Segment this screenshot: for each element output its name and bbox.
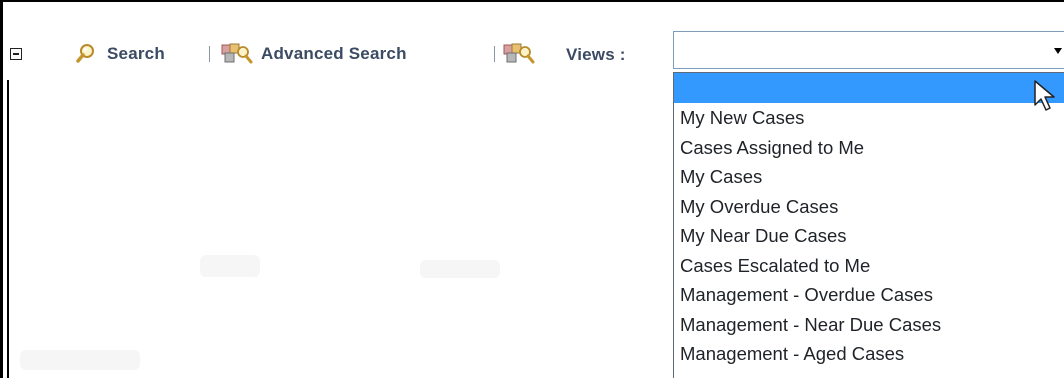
magnifier-icon bbox=[75, 43, 99, 65]
dropdown-option[interactable]: My Cases bbox=[674, 162, 1064, 192]
dropdown-option[interactable]: My Near Due Cases bbox=[674, 221, 1064, 251]
advanced-search-label: Advanced Search bbox=[261, 44, 407, 63]
views-button[interactable] bbox=[503, 43, 543, 65]
dropdown-option[interactable]: My Overdue Cases bbox=[674, 192, 1064, 222]
dropdown-option[interactable]: My New Cases bbox=[674, 103, 1064, 133]
top-border bbox=[0, 0, 1064, 2]
collapse-minus-icon[interactable] bbox=[10, 48, 22, 60]
dropdown-option[interactable]: Management - Aged Cases bbox=[674, 339, 1064, 369]
views-label: Views : bbox=[566, 45, 626, 64]
search-button[interactable]: Search bbox=[75, 43, 165, 65]
dropdown-option-blank[interactable] bbox=[674, 73, 1064, 103]
dropdown-option[interactable]: Cases Assigned to Me bbox=[674, 133, 1064, 163]
toolbar-separator bbox=[209, 46, 210, 62]
views-dropdown-list: My New Cases Cases Assigned to Me My Cas… bbox=[673, 72, 1064, 378]
views-icon bbox=[503, 43, 535, 65]
views-select[interactable] bbox=[673, 31, 1064, 69]
search-label: Search bbox=[107, 44, 165, 63]
advanced-search-icon bbox=[221, 43, 253, 65]
background-smudge bbox=[20, 350, 140, 370]
chevron-down-icon[interactable] bbox=[1054, 48, 1062, 54]
mouse-pointer-icon bbox=[1033, 80, 1059, 119]
content-left-border bbox=[7, 80, 9, 378]
dropdown-option[interactable]: Management - Overdue Cases bbox=[674, 280, 1064, 310]
dropdown-option[interactable]: Cases Escalated to Me bbox=[674, 251, 1064, 281]
dropdown-option[interactable]: Management - Near Due Cases bbox=[674, 310, 1064, 340]
toolbar-separator bbox=[494, 46, 495, 62]
background-smudge bbox=[420, 260, 500, 278]
advanced-search-button[interactable]: Advanced Search bbox=[221, 43, 407, 65]
background-smudge bbox=[200, 255, 260, 277]
